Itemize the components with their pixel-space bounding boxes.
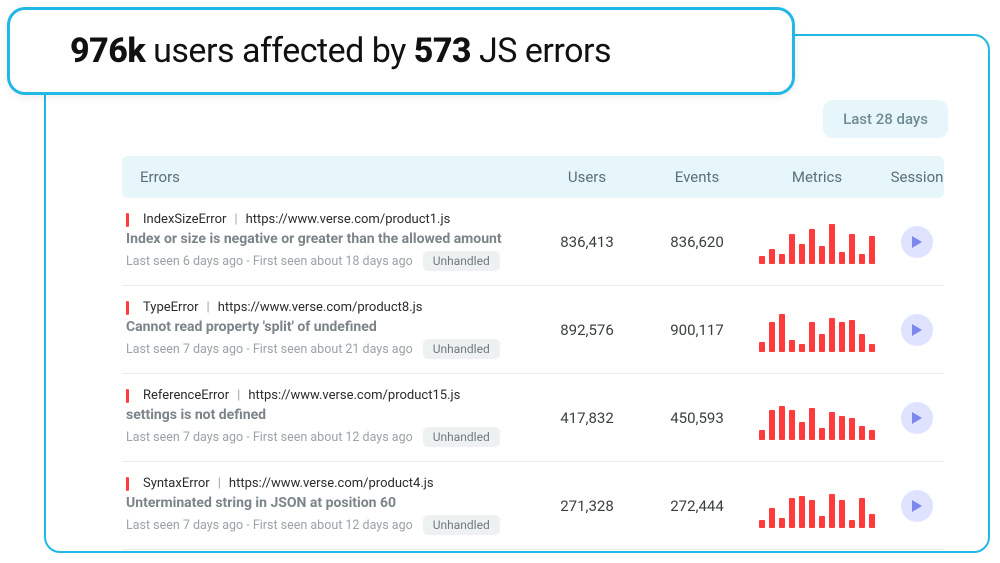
error-seen: Last seen 7 days ago - First seen about … [126, 342, 413, 357]
session-cell [882, 226, 952, 258]
play-icon [911, 235, 923, 249]
unhandled-badge: Unhandled [423, 515, 500, 535]
errors-card: Last 28 days Errors Users Events Metrics… [44, 34, 990, 553]
table-row[interactable]: TypeError|https://www.verse.com/product8… [122, 286, 944, 374]
error-message: Unterminated string in JSON at position … [126, 495, 522, 511]
errors-table: Errors Users Events Metrics Session Inde… [122, 156, 944, 550]
play-icon [911, 323, 923, 337]
error-cell: SyntaxError|https://www.verse.com/produc… [122, 476, 532, 535]
play-session-button[interactable] [901, 226, 933, 258]
play-session-button[interactable] [901, 490, 933, 522]
session-cell [882, 314, 952, 346]
error-indicator [126, 389, 129, 403]
error-type: IndexSizeError [143, 212, 226, 227]
users-value: 271,328 [532, 497, 642, 515]
col-errors[interactable]: Errors [122, 168, 532, 186]
error-cell: TypeError|https://www.verse.com/product8… [122, 300, 532, 359]
play-session-button[interactable] [901, 402, 933, 434]
table-row[interactable]: SyntaxError|https://www.verse.com/produc… [122, 462, 944, 550]
error-seen: Last seen 7 days ago - First seen about … [126, 518, 413, 533]
error-type: SyntaxError [143, 476, 210, 491]
metrics-sparkline [752, 308, 882, 352]
users-value: 892,576 [532, 321, 642, 339]
headline-text: 976k users affected by 573 JS errors [70, 31, 611, 71]
error-indicator [126, 213, 129, 227]
error-message: Cannot read property 'split' of undefine… [126, 319, 522, 335]
error-cell: ReferenceError|https://www.verse.com/pro… [122, 388, 532, 447]
session-cell [882, 490, 952, 522]
headline-error-count: 573 [414, 31, 471, 71]
error-seen: Last seen 6 days ago - First seen about … [126, 254, 413, 269]
headline-bubble: 976k users affected by 573 JS errors [7, 7, 795, 95]
play-session-button[interactable] [901, 314, 933, 346]
error-cell: IndexSizeError|https://www.verse.com/pro… [122, 212, 532, 271]
col-events[interactable]: Events [642, 168, 752, 186]
play-icon [911, 411, 923, 425]
error-message: Index or size is negative or greater tha… [126, 231, 522, 247]
table-row[interactable]: ReferenceError|https://www.verse.com/pro… [122, 374, 944, 462]
metrics-sparkline [752, 484, 882, 528]
error-url: https://www.verse.com/product4.js [229, 476, 434, 491]
error-type: TypeError [143, 300, 199, 315]
col-metrics[interactable]: Metrics [752, 168, 882, 186]
events-value: 900,117 [642, 321, 752, 339]
timeframe-selector[interactable]: Last 28 days [823, 100, 948, 138]
headline-users-count: 976k [70, 31, 145, 71]
error-indicator [126, 477, 129, 491]
events-value: 450,593 [642, 409, 752, 427]
table-row[interactable]: IndexSizeError|https://www.verse.com/pro… [122, 198, 944, 286]
play-icon [911, 499, 923, 513]
metrics-sparkline [752, 220, 882, 264]
error-seen: Last seen 7 days ago - First seen about … [126, 430, 413, 445]
unhandled-badge: Unhandled [423, 427, 500, 447]
error-type: ReferenceError [143, 388, 229, 403]
col-session[interactable]: Session [882, 168, 952, 186]
unhandled-badge: Unhandled [423, 339, 500, 359]
events-value: 272,444 [642, 497, 752, 515]
unhandled-badge: Unhandled [423, 251, 500, 271]
error-message: settings is not defined [126, 407, 522, 423]
users-value: 836,413 [532, 233, 642, 251]
error-url: https://www.verse.com/product1.js [246, 212, 451, 227]
session-cell [882, 402, 952, 434]
users-value: 417,832 [532, 409, 642, 427]
events-value: 836,620 [642, 233, 752, 251]
col-users[interactable]: Users [532, 168, 642, 186]
error-url: https://www.verse.com/product8.js [218, 300, 423, 315]
table-header: Errors Users Events Metrics Session [122, 156, 944, 198]
metrics-sparkline [752, 396, 882, 440]
error-indicator [126, 301, 129, 315]
error-url: https://www.verse.com/product15.js [248, 388, 460, 403]
